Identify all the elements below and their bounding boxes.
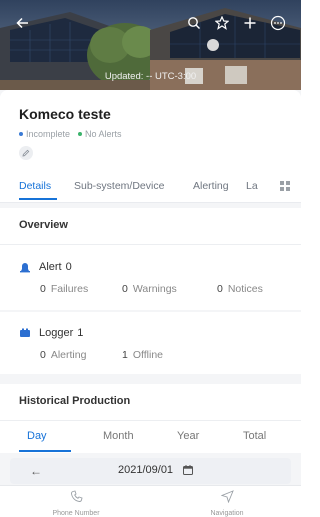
more-options-icon[interactable] bbox=[265, 10, 291, 36]
back-arrow-icon[interactable] bbox=[10, 10, 36, 36]
site-status-row: Incomplete No Alerts bbox=[19, 128, 122, 140]
star-favorite-icon[interactable] bbox=[209, 10, 235, 36]
offline-metric: 1 Offline bbox=[122, 349, 164, 361]
alerting-metric: 0 Alerting bbox=[40, 349, 87, 361]
tab-alerting[interactable]: Alerting bbox=[193, 180, 229, 192]
warnings-metric: 0 Warnings bbox=[122, 283, 177, 295]
search-icon[interactable] bbox=[181, 10, 207, 36]
alert-bell-icon bbox=[20, 263, 30, 273]
period-tab-month[interactable]: Month bbox=[103, 430, 134, 442]
alert-block[interactable]: Alert 0 0 Failures 0 Warnings 0 Notices bbox=[0, 245, 301, 310]
site-detail-sheet: Komeco teste Incomplete No Alerts Detail… bbox=[0, 90, 301, 515]
logger-count: 1 bbox=[77, 327, 84, 339]
period-tab-total[interactable]: Total bbox=[243, 430, 266, 442]
period-tab-day[interactable]: Day bbox=[27, 430, 47, 442]
calendar-icon[interactable] bbox=[183, 465, 193, 475]
selected-date[interactable]: 2021/09/01 bbox=[118, 464, 173, 476]
logger-device-icon bbox=[20, 328, 30, 337]
grid-menu-icon[interactable] bbox=[279, 180, 291, 192]
alert-label: Alert bbox=[39, 261, 62, 273]
status-incomplete: Incomplete bbox=[26, 129, 71, 139]
status-no-alerts: No Alerts bbox=[85, 129, 122, 139]
edit-tag-button[interactable] bbox=[19, 146, 33, 160]
tab-layout[interactable]: La bbox=[246, 180, 258, 192]
historical-production-title: Historical Production bbox=[19, 395, 131, 407]
historical-production-header: Historical Production bbox=[0, 384, 301, 421]
site-title: Komeco teste bbox=[19, 106, 111, 122]
navigation-button[interactable]: Navigation bbox=[187, 490, 267, 517]
alert-count: 0 bbox=[65, 261, 72, 273]
logger-block[interactable]: Logger 1 0 Alerting 1 Offline bbox=[0, 312, 301, 374]
bottom-action-bar: Phone Number Navigation bbox=[0, 485, 301, 517]
logger-title-row: Logger 1 bbox=[19, 327, 83, 339]
phone-number-button[interactable]: Phone Number bbox=[36, 490, 116, 517]
previous-date-arrow-icon[interactable]: ← bbox=[30, 464, 42, 478]
period-tab-year[interactable]: Year bbox=[177, 430, 199, 442]
navigation-label: Navigation bbox=[210, 510, 244, 517]
detail-tabs: Details Sub-system/Device Alerting La bbox=[0, 170, 301, 203]
overview-header: Overview bbox=[0, 208, 301, 245]
active-period-indicator bbox=[19, 450, 71, 452]
alert-title-row: Alert 0 bbox=[19, 261, 72, 273]
date-selector: ← 2021/09/01 bbox=[10, 458, 291, 484]
incomplete-dot-icon bbox=[19, 132, 23, 136]
phone-number-label: Phone Number bbox=[52, 510, 100, 517]
period-tabs: Day Month Year Total bbox=[0, 421, 301, 453]
phone-icon bbox=[70, 490, 83, 502]
notices-metric: 0 Notices bbox=[217, 283, 263, 295]
site-summary-card: Komeco teste Incomplete No Alerts Detail… bbox=[0, 90, 301, 203]
pencil-icon bbox=[22, 149, 30, 157]
no-alerts-dot-icon bbox=[78, 132, 83, 136]
logger-label: Logger bbox=[39, 327, 74, 339]
navigation-arrow-icon bbox=[220, 490, 234, 504]
active-tab-indicator bbox=[19, 198, 57, 200]
updated-timestamp: Updated: -- UTC-3:00 bbox=[104, 71, 197, 82]
failures-metric: 0 Failures bbox=[40, 283, 89, 295]
overview-title: Overview bbox=[19, 219, 68, 231]
tab-details[interactable]: Details bbox=[19, 180, 51, 192]
add-icon[interactable] bbox=[237, 10, 263, 36]
tab-subsystem-device[interactable]: Sub-system/Device bbox=[74, 180, 164, 192]
site-header-image: Updated: -- UTC-3:00 bbox=[0, 0, 301, 95]
